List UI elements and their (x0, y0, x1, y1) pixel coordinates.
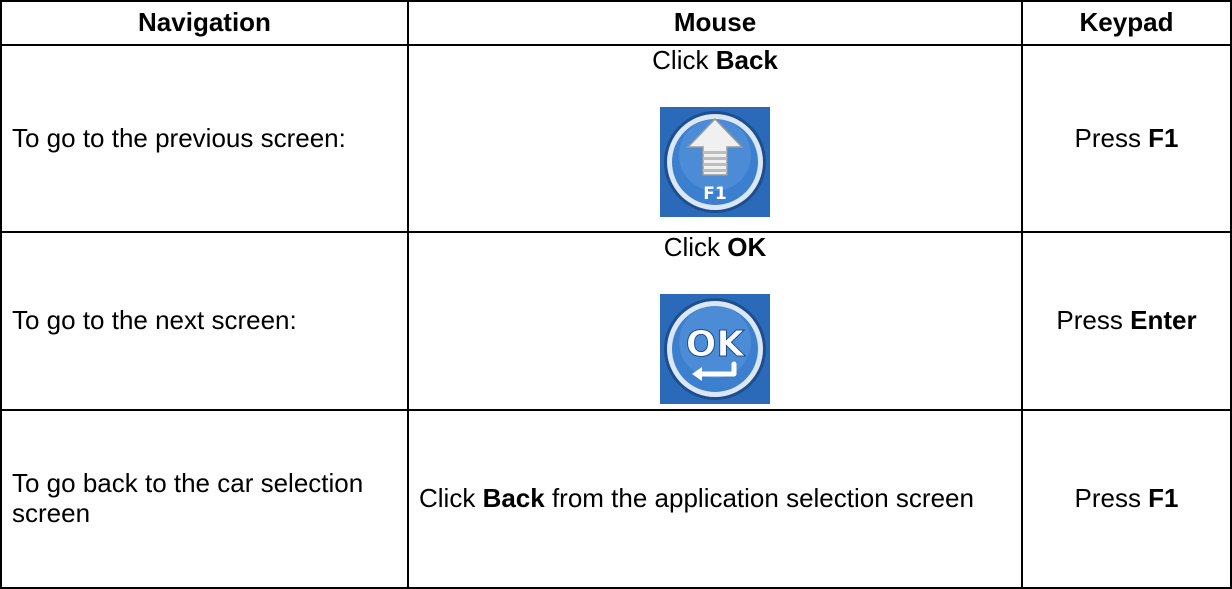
table-row: To go to the previous screen: Click Back… (0, 44, 1232, 233)
keypad-prefix: Press (1074, 483, 1149, 514)
navigation-table: Navigation Mouse Keypad To go to the pre… (0, 0, 1232, 589)
table-row: To go back to the car selection screen C… (0, 409, 1232, 589)
table-row: To go to the next screen: Click OK OK Pr… (0, 231, 1232, 411)
mouse-instruction: Click OK (409, 232, 1021, 263)
keypad-bold: F1 (1148, 483, 1179, 514)
keypad-prefix: Press (1074, 122, 1149, 153)
mouse-cell: Click OK OK (407, 231, 1023, 411)
mouse-bold: Back (715, 45, 778, 75)
mouse-cell: Click Back F1 (407, 44, 1023, 233)
ok-icon-caption: OK (686, 324, 746, 365)
mouse-instruction: Click Back (409, 45, 1021, 76)
mouse-bold: OK (727, 232, 767, 262)
keypad-cell: Press Enter (1021, 231, 1232, 411)
mouse-cell: Click Back from the application selectio… (407, 409, 1023, 589)
navigation-cell: To go back to the car selection screen (0, 409, 409, 589)
header-mouse: Mouse (407, 0, 1023, 46)
header-row: Navigation Mouse Keypad (0, 0, 1232, 46)
mouse-suffix: from the application selection screen (544, 483, 974, 514)
mouse-prefix: Click (652, 45, 716, 75)
navigation-cell: To go to the next screen: (0, 231, 409, 411)
mouse-prefix: Click (419, 483, 483, 514)
ok-enter-icon[interactable]: OK (660, 293, 770, 404)
keypad-cell: Press F1 (1021, 409, 1232, 589)
back-f1-icon[interactable]: F1 (660, 106, 770, 217)
mouse-prefix: Click (663, 232, 728, 262)
keypad-bold: Enter (1130, 305, 1197, 336)
mouse-bold: Back (482, 483, 545, 514)
header-keypad: Keypad (1021, 0, 1232, 46)
navigation-cell: To go to the previous screen: (0, 44, 409, 233)
back-icon-caption: F1 (703, 184, 726, 204)
header-navigation: Navigation (0, 0, 409, 46)
keypad-prefix: Press (1056, 305, 1131, 336)
keypad-cell: Press F1 (1021, 44, 1232, 233)
keypad-bold: F1 (1148, 122, 1179, 153)
